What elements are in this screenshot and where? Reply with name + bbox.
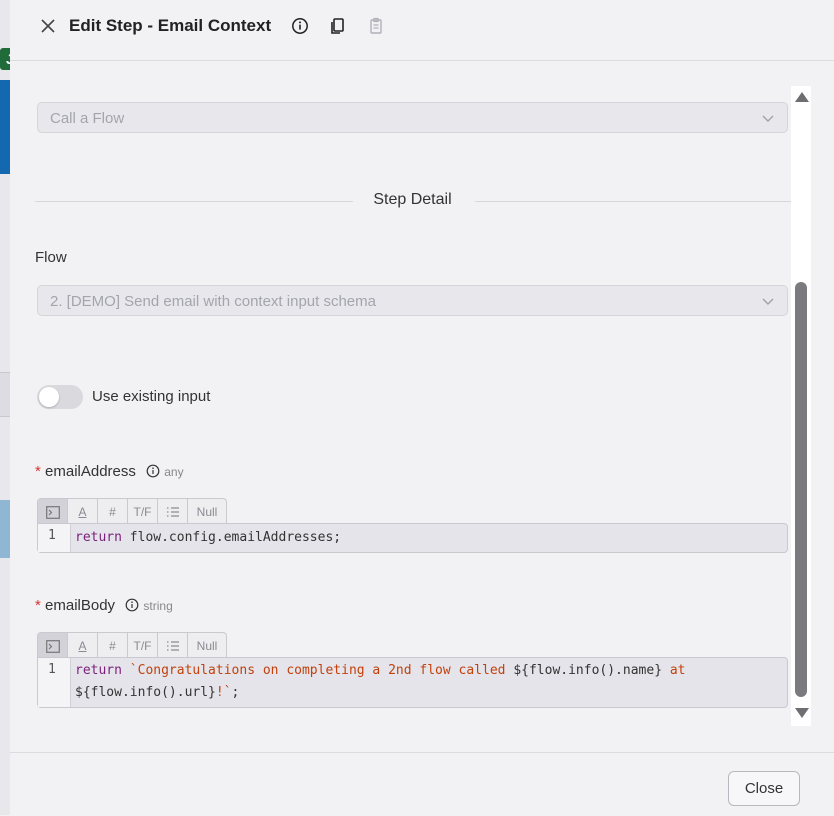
panel-header: Edit Step - Email Context <box>10 0 834 61</box>
email-body-name: emailBody <box>45 597 116 614</box>
use-existing-input-label: Use existing input <box>92 388 211 405</box>
text-mode-button[interactable]: A <box>68 499 98 525</box>
type-tag: string <box>143 599 173 613</box>
list-icon <box>166 507 179 517</box>
paste-icon[interactable] <box>367 17 385 35</box>
info-icon[interactable] <box>291 17 309 35</box>
boolean-mode-button[interactable]: T/F <box>128 499 158 525</box>
edit-step-panel: Edit Step - Email Context Call a Flow St… <box>10 0 834 815</box>
info-icon[interactable] <box>146 464 160 478</box>
flow-select[interactable]: 2. [DEMO] Send email with context input … <box>37 285 788 316</box>
scroll-down-arrow-icon[interactable] <box>795 708 809 718</box>
divider-left <box>35 201 353 202</box>
flow-label: Flow <box>35 249 67 266</box>
boolean-mode-button[interactable]: T/F <box>128 633 158 659</box>
close-button[interactable]: Close <box>728 771 800 806</box>
background-block <box>0 372 10 417</box>
code-lines: return `Congratulations on completing a … <box>75 663 686 700</box>
required-marker: * <box>35 597 41 614</box>
type-tag: any <box>164 465 184 479</box>
chevron-down-icon <box>762 115 774 122</box>
value-type-toolbar: A # T/F Null <box>37 498 227 525</box>
flow-value: 2. [DEMO] Send email with context input … <box>50 293 376 310</box>
required-marker: * <box>35 463 41 480</box>
terminal-icon <box>45 639 60 653</box>
copy-icon[interactable] <box>329 17 347 35</box>
close-icon[interactable] <box>38 16 58 36</box>
number-mode-button[interactable]: # <box>98 633 128 659</box>
email-address-name: emailAddress <box>45 463 136 480</box>
line-gutter: 1 <box>38 524 71 552</box>
panel-footer: Close <box>10 752 834 816</box>
terminal-icon <box>45 505 60 519</box>
list-mode-button[interactable] <box>158 633 188 659</box>
null-mode-button[interactable]: Null <box>188 633 226 659</box>
null-mode-button[interactable]: Null <box>188 499 226 525</box>
background-block-selected <box>0 500 10 558</box>
code-line: return flow.config.emailAddresses; <box>75 530 342 545</box>
step-type-value: Call a Flow <box>50 110 125 127</box>
code-mode-button[interactable] <box>38 499 68 525</box>
list-icon <box>166 641 179 651</box>
value-type-toolbar: A # T/F Null <box>37 632 227 659</box>
number-mode-button[interactable]: # <box>98 499 128 525</box>
scrollbar[interactable] <box>791 86 811 726</box>
toggle-knob <box>39 387 59 407</box>
scrollbar-thumb[interactable] <box>795 282 807 697</box>
panel-title: Edit Step - Email Context <box>69 16 272 35</box>
email-address-code-editor[interactable]: 1 return flow.config.emailAddresses; <box>37 523 788 553</box>
list-mode-button[interactable] <box>158 499 188 525</box>
section-title: Step Detail <box>373 191 452 208</box>
info-icon[interactable] <box>125 598 139 612</box>
text-mode-button[interactable]: A <box>68 633 98 659</box>
code-mode-button[interactable] <box>38 633 68 659</box>
chevron-down-icon <box>762 298 774 305</box>
step-type-select[interactable]: Call a Flow <box>37 102 788 133</box>
scroll-up-arrow-icon[interactable] <box>795 92 809 102</box>
email-address-field-label: * emailAddress any <box>35 463 184 480</box>
email-body-field-label: * emailBody string <box>35 597 173 614</box>
use-existing-input-toggle[interactable] <box>37 385 83 409</box>
divider-right <box>475 201 792 202</box>
email-body-code-editor[interactable]: 1 return `Congratulations on completing … <box>37 657 788 708</box>
line-gutter: 1 <box>38 658 71 707</box>
